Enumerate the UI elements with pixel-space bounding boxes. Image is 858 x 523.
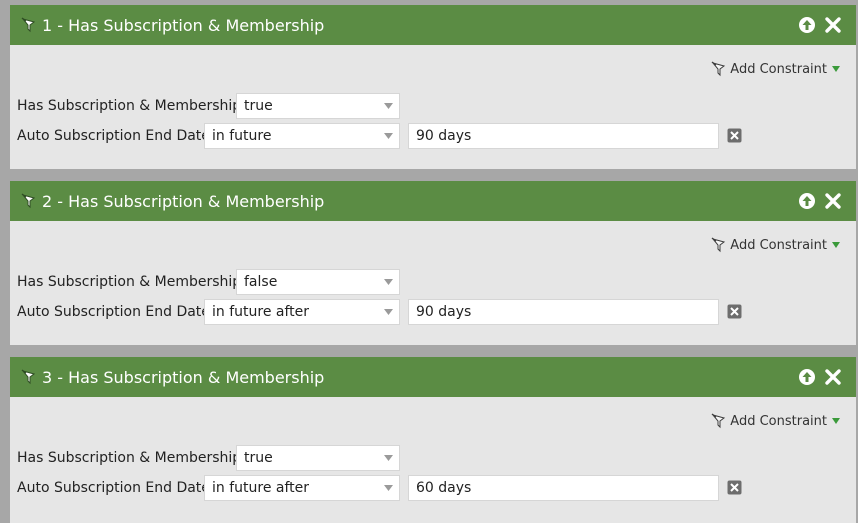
filter-header: 1 - Has Subscription & Membership bbox=[10, 5, 856, 45]
add-constraint-button[interactable]: Add Constraint bbox=[711, 61, 840, 77]
value-select[interactable]: false bbox=[236, 269, 400, 295]
funnel-icon bbox=[711, 61, 726, 77]
value-input[interactable]: 90 days bbox=[408, 299, 719, 325]
triangle-down-icon bbox=[384, 279, 393, 285]
selected-operator: in future after bbox=[212, 480, 310, 496]
add-constraint-label: Add Constraint bbox=[730, 413, 827, 429]
close-icon[interactable] bbox=[824, 192, 842, 210]
input-value: 90 days bbox=[416, 304, 472, 320]
value-input[interactable]: 90 days bbox=[408, 123, 719, 149]
filter-header: 2 - Has Subscription & Membership bbox=[10, 181, 856, 221]
field-label: Has Subscription & Membership: bbox=[17, 98, 246, 114]
move-up-icon[interactable] bbox=[798, 16, 816, 34]
operator-select[interactable]: in future after bbox=[204, 475, 400, 501]
triangle-down-icon bbox=[384, 133, 393, 139]
funnel-icon bbox=[21, 193, 36, 209]
filter-title: 3 - Has Subscription & Membership bbox=[42, 367, 325, 387]
operator-select[interactable]: in future bbox=[204, 123, 400, 149]
field-label: Auto Subscription End Date: bbox=[17, 128, 215, 144]
funnel-icon bbox=[21, 369, 36, 385]
input-value: 90 days bbox=[416, 128, 472, 144]
selected-operator: in future bbox=[212, 128, 272, 144]
close-icon[interactable] bbox=[824, 368, 842, 386]
filter-header: 3 - Has Subscription & Membership bbox=[10, 357, 856, 397]
filter-title: 2 - Has Subscription & Membership bbox=[42, 191, 325, 211]
value-select[interactable]: true bbox=[236, 93, 400, 119]
add-constraint-label: Add Constraint bbox=[730, 237, 827, 253]
field-label: Has Subscription & Membership: bbox=[17, 450, 246, 466]
funnel-icon bbox=[21, 17, 36, 33]
filter-body: Add Constraint Has Subscription & Member… bbox=[10, 45, 856, 169]
move-up-icon[interactable] bbox=[798, 192, 816, 210]
selected-value: true bbox=[244, 98, 273, 114]
remove-x-icon[interactable] bbox=[727, 128, 742, 143]
add-constraint-button[interactable]: Add Constraint bbox=[711, 237, 840, 253]
triangle-down-icon bbox=[832, 242, 840, 248]
selected-value: false bbox=[244, 274, 278, 290]
value-input[interactable]: 60 days bbox=[408, 475, 719, 501]
field-label: Auto Subscription End Date: bbox=[17, 480, 215, 496]
filter-1: 1 - Has Subscription & Membership Add Co… bbox=[10, 5, 856, 169]
value-select[interactable]: true bbox=[236, 445, 400, 471]
filter-body: Add Constraint Has Subscription & Member… bbox=[10, 221, 856, 345]
triangle-down-icon bbox=[832, 66, 840, 72]
selected-operator: in future after bbox=[212, 304, 310, 320]
remove-x-icon[interactable] bbox=[727, 304, 742, 319]
funnel-icon bbox=[711, 237, 726, 253]
input-value: 60 days bbox=[416, 480, 472, 496]
field-label: Has Subscription & Membership: bbox=[17, 274, 246, 290]
selected-value: true bbox=[244, 450, 273, 466]
triangle-down-icon bbox=[384, 103, 393, 109]
triangle-down-icon bbox=[384, 455, 393, 461]
remove-x-icon[interactable] bbox=[727, 480, 742, 495]
triangle-down-icon bbox=[832, 418, 840, 424]
close-icon[interactable] bbox=[824, 16, 842, 34]
filter-body: Add Constraint Has Subscription & Member… bbox=[10, 397, 856, 521]
filter-2: 2 - Has Subscription & Membership Add Co… bbox=[10, 181, 856, 345]
triangle-down-icon bbox=[384, 309, 393, 315]
funnel-icon bbox=[711, 413, 726, 429]
add-constraint-label: Add Constraint bbox=[730, 61, 827, 77]
field-label: Auto Subscription End Date: bbox=[17, 304, 215, 320]
operator-select[interactable]: in future after bbox=[204, 299, 400, 325]
move-up-icon[interactable] bbox=[798, 368, 816, 386]
filter-3: 3 - Has Subscription & Membership Add Co… bbox=[10, 357, 856, 523]
add-constraint-button[interactable]: Add Constraint bbox=[711, 413, 840, 429]
filter-title: 1 - Has Subscription & Membership bbox=[42, 15, 325, 35]
triangle-down-icon bbox=[384, 485, 393, 491]
smart-list-filters: 1 - Has Subscription & Membership Add Co… bbox=[0, 0, 858, 523]
